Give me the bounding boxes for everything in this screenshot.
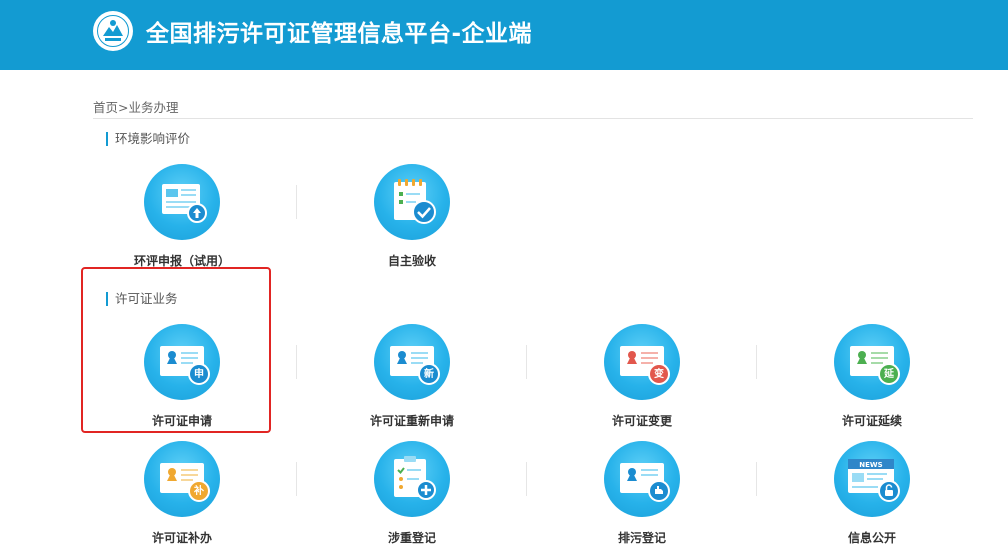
info-public-button[interactable]: NEWS 信息公开: [792, 441, 952, 546]
permit-supplement-label: 许可证补办: [151, 531, 212, 545]
divider: [526, 345, 527, 379]
ministry-logo-icon: [93, 11, 133, 51]
breadcrumb-current: 业务办理: [128, 100, 179, 115]
heavy-metal-register-button[interactable]: 涉重登记: [332, 441, 492, 546]
self-acceptance-label: 自主验收: [387, 254, 436, 268]
divider: [296, 462, 297, 496]
self-acceptance-icon: [374, 164, 450, 240]
permit-reapply-label: 许可证重新申请: [369, 414, 454, 428]
permit-change-icon: 变: [604, 324, 680, 400]
change-badge: 变: [654, 369, 664, 380]
self-acceptance-button[interactable]: 自主验收: [332, 164, 492, 269]
platform-title: 全国排污许可证管理信息平台-企业端: [146, 21, 533, 47]
breadcrumb: 首页>业务办理: [93, 97, 179, 116]
breadcrumb-divider: [93, 118, 973, 119]
divider: [296, 345, 297, 379]
permit-extend-label: 许可证延续: [841, 414, 902, 428]
highlight-box: [81, 267, 271, 433]
breadcrumb-home-link[interactable]: 首页: [93, 100, 118, 115]
divider: [756, 462, 757, 496]
permit-reapply-icon: 新: [374, 324, 450, 400]
new-badge: 新: [424, 369, 434, 380]
permit-change-button[interactable]: 变 许可证变更: [562, 324, 722, 429]
discharge-register-icon: [604, 441, 680, 517]
breadcrumb-separator: >: [118, 100, 129, 115]
info-public-label: 信息公开: [847, 531, 896, 545]
eia-apply-button[interactable]: 环评申报（试用）: [102, 164, 262, 269]
permit-extend-icon: 延: [834, 324, 910, 400]
permit-supplement-button[interactable]: 补 许可证补办: [102, 441, 262, 546]
info-public-icon: NEWS: [834, 441, 910, 517]
heavy-metal-register-icon: [374, 441, 450, 517]
top-header: 全国排污许可证管理信息平台-企业端: [0, 0, 1008, 70]
permit-supplement-icon: 补: [144, 441, 220, 517]
section-title-eia: 环境影响评价: [106, 132, 190, 146]
permit-change-label: 许可证变更: [611, 414, 672, 428]
divider: [526, 462, 527, 496]
discharge-register-label: 排污登记: [617, 531, 666, 545]
divider: [756, 345, 757, 379]
eia-apply-icon: [144, 164, 220, 240]
heavy-metal-register-label: 涉重登记: [387, 531, 436, 545]
news-label: NEWS: [859, 461, 883, 469]
extend-badge: 延: [884, 369, 894, 380]
discharge-register-button[interactable]: 排污登记: [562, 441, 722, 546]
permit-extend-button[interactable]: 延 许可证延续: [792, 324, 952, 429]
permit-reapply-button[interactable]: 新 许可证重新申请: [332, 324, 492, 429]
divider: [296, 185, 297, 219]
supplement-badge: 补: [194, 486, 204, 497]
